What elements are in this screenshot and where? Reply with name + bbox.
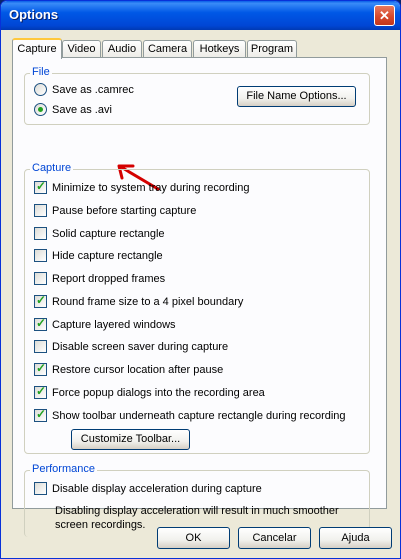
option-show-toolbar-underneath[interactable]: ✓ Show toolbar underneath capture rectang… <box>34 406 346 424</box>
option-pause-before-start[interactable]: Pause before starting capture <box>34 203 196 219</box>
file-group: File Save as .camrec Save as .avi File N… <box>24 66 370 125</box>
option-restore-cursor-location[interactable]: ✓ Restore cursor location after pause <box>34 360 223 378</box>
radio-button[interactable] <box>34 102 47 116</box>
file-name-options-button[interactable]: File Name Options... <box>237 86 356 107</box>
option-minimize-to-tray[interactable]: ✓ Minimize to system tray during recordin… <box>34 178 249 196</box>
checkbox[interactable] <box>34 226 47 240</box>
option-disable-screen-saver[interactable]: Disable screen saver during capture <box>34 339 228 355</box>
checkbox[interactable]: ✓ <box>34 178 47 194</box>
dialog-body: Capture Video Audio Camera Hotkeys Progr… <box>4 30 397 557</box>
check-mark-icon: ✓ <box>36 178 47 193</box>
title-bar[interactable]: Options ✕ <box>1 1 400 30</box>
option-hide-capture-rectangle[interactable]: Hide capture rectangle <box>34 248 163 264</box>
tab-camera[interactable]: Camera <box>143 40 192 58</box>
checkbox[interactable] <box>34 203 47 217</box>
option-report-dropped-frames[interactable]: Report dropped frames <box>34 271 165 287</box>
option-disable-display-acceleration[interactable]: Disable display acceleration during capt… <box>34 481 262 497</box>
radio-save-avi[interactable]: Save as .avi <box>34 102 112 118</box>
option-round-frame-size[interactable]: ✓ Round frame size to a 4 pixel boundary <box>34 292 243 310</box>
radio-save-camrec[interactable]: Save as .camrec <box>34 82 134 98</box>
capture-group: Capture ✓ Minimize to system tray during … <box>24 162 370 454</box>
check-mark-icon: ✓ <box>36 383 47 398</box>
checkbox[interactable] <box>34 271 47 285</box>
option-solid-capture-rectangle[interactable]: Solid capture rectangle <box>34 226 165 242</box>
tab-program[interactable]: Program <box>247 40 297 58</box>
check-mark-icon: ✓ <box>36 360 47 375</box>
window-title: Options <box>9 7 59 22</box>
help-button[interactable]: Ajuda <box>319 527 392 549</box>
checkbox[interactable] <box>34 339 47 353</box>
tab-video[interactable]: Video <box>62 40 101 58</box>
file-group-label: File <box>30 66 52 78</box>
cancel-button[interactable]: Cancelar <box>238 527 311 549</box>
checkbox[interactable] <box>34 481 47 495</box>
check-mark-icon: ✓ <box>36 406 47 421</box>
tab-audio[interactable]: Audio <box>102 40 142 58</box>
checkbox[interactable] <box>34 248 47 262</box>
check-mark-icon: ✓ <box>36 292 47 307</box>
tab-hotkeys[interactable]: Hotkeys <box>193 40 246 58</box>
checkbox[interactable]: ✓ <box>34 315 47 331</box>
checkbox[interactable]: ✓ <box>34 406 47 422</box>
radio-dot-icon <box>38 106 43 112</box>
checkbox[interactable]: ✓ <box>34 360 47 376</box>
check-mark-icon: ✓ <box>36 315 47 330</box>
capture-tab-panel: File Save as .camrec Save as .avi File N… <box>12 57 387 537</box>
options-dialog: Options ✕ Capture Video Audio Camera Hot… <box>0 0 401 559</box>
checkbox[interactable]: ✓ <box>34 292 47 308</box>
radio-button[interactable] <box>34 82 47 96</box>
customize-toolbar-button[interactable]: Customize Toolbar... <box>71 429 190 450</box>
capture-group-label: Capture <box>30 162 74 174</box>
option-force-popup-dialogs[interactable]: ✓ Force popup dialogs into the recording … <box>34 383 265 401</box>
close-icon: ✕ <box>379 8 390 23</box>
checkbox[interactable]: ✓ <box>34 383 47 399</box>
ok-button[interactable]: OK <box>157 527 230 549</box>
performance-group-label: Performance <box>30 463 97 475</box>
close-button[interactable]: ✕ <box>374 5 395 26</box>
option-capture-layered-windows[interactable]: ✓ Capture layered windows <box>34 315 176 333</box>
tab-capture[interactable]: Capture <box>12 38 62 59</box>
